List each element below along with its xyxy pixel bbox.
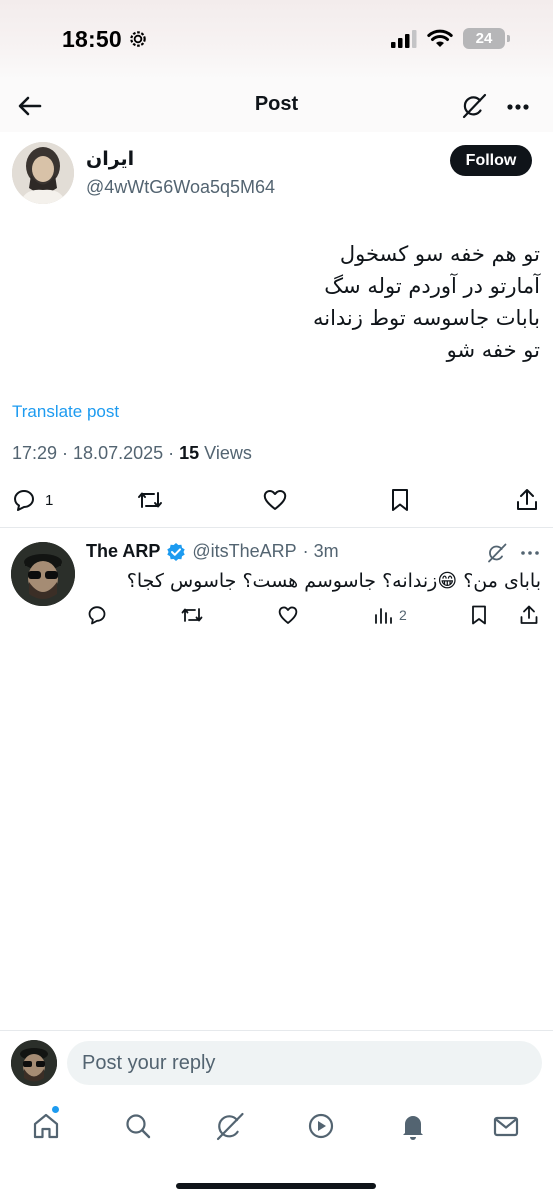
search-icon[interactable]	[122, 1110, 154, 1142]
messages-icon[interactable]	[490, 1110, 522, 1142]
post-text-line: آمارتو در آوردم توله سگ	[324, 274, 540, 298]
like-button[interactable]	[261, 484, 289, 516]
current-user-avatar	[11, 1040, 57, 1086]
home-indicator	[176, 1183, 376, 1189]
settings-gear-icon	[130, 31, 146, 47]
reply-button[interactable]: 1	[11, 484, 53, 516]
cellular-signal-icon	[391, 29, 417, 48]
reply-avatar[interactable]	[11, 542, 75, 606]
reply-repost-button[interactable]	[180, 603, 204, 627]
views-icon	[375, 608, 392, 624]
grok-icon[interactable]	[214, 1110, 246, 1142]
home-notification-dot	[52, 1106, 59, 1113]
share-icon	[520, 605, 538, 624]
repost-icon	[181, 608, 203, 622]
grok-icon[interactable]	[487, 543, 507, 563]
status-indicators: 24	[391, 28, 510, 49]
more-icon[interactable]	[519, 543, 541, 563]
reply-input[interactable]	[67, 1041, 542, 1085]
bookmark-icon	[472, 605, 486, 625]
reply-icon	[14, 490, 34, 511]
reply-views-button[interactable]: 2	[373, 603, 407, 627]
like-icon	[263, 489, 287, 510]
notifications-icon[interactable]	[397, 1110, 429, 1142]
battery-indicator: 24	[463, 28, 510, 49]
reply-time: · 3m	[302, 541, 339, 561]
bookmark-icon	[392, 489, 408, 511]
post-text-line: تو هم خفه سو کسخول	[339, 242, 540, 266]
author-avatar[interactable]	[12, 142, 74, 204]
reply-share-button[interactable]	[518, 603, 540, 627]
bottom-tab-bar	[0, 1100, 553, 1154]
author-handle[interactable]: @4wWtG6Woa5q5M64	[86, 177, 275, 198]
home-icon[interactable]	[30, 1110, 62, 1142]
back-arrow-icon[interactable]	[16, 92, 44, 120]
reply-icon	[88, 606, 106, 625]
post-header: Post	[0, 80, 553, 132]
post-text-line: تو خفه شو	[446, 338, 540, 362]
post-text-line: بابات جاسوسه توط زندانه	[312, 306, 540, 330]
repost-icon	[138, 492, 162, 508]
reply-reply-button[interactable]	[86, 603, 108, 627]
status-bar: 18:50 24	[0, 0, 553, 80]
reply-views-count: 2	[399, 607, 407, 623]
verified-icon	[167, 542, 186, 561]
reply-header: The ARP @itsTheARP · 3m	[86, 541, 339, 562]
reply-like-button[interactable]	[276, 603, 300, 627]
wifi-icon	[427, 29, 453, 47]
post-timestamp: 17:29 · 18.07.2025 ·	[12, 443, 180, 463]
like-icon	[278, 606, 298, 624]
video-icon[interactable]	[305, 1110, 337, 1142]
reply-author-handle[interactable]: @itsTheARP	[192, 541, 296, 562]
share-button[interactable]	[514, 484, 540, 516]
reply-count: 1	[45, 491, 54, 509]
reply-text: بابای من؟ 😁زندانه؟ جاسوسم هست؟ جاسوس کجا…	[126, 570, 541, 592]
battery-level: 24	[475, 30, 493, 47]
post-actions: 1	[0, 484, 553, 518]
reply-item[interactable]: The ARP @itsTheARP · 3m بابای من؟ 😁زندان…	[0, 528, 553, 638]
reply-composer	[0, 1031, 553, 1095]
translate-post-link[interactable]: Translate post	[12, 402, 119, 422]
share-icon	[517, 489, 537, 510]
reply-bookmark-button[interactable]	[469, 603, 489, 627]
grok-icon[interactable]	[461, 93, 487, 119]
reply-actions: 2	[0, 603, 553, 629]
more-icon[interactable]	[505, 94, 531, 120]
post-meta: 17:29 · 18.07.2025 · 15 Views	[12, 443, 252, 464]
bookmark-button[interactable]	[388, 484, 412, 516]
follow-button[interactable]: Follow	[450, 145, 532, 176]
status-time: 18:50	[62, 26, 122, 52]
author-name[interactable]: ایران	[86, 148, 134, 171]
reply-author-name[interactable]: The ARP	[86, 541, 160, 562]
views-count[interactable]: 15	[179, 443, 199, 463]
repost-button[interactable]	[136, 484, 164, 516]
post-text: تو هم خفه سو کسخول آمارتو در آوردم توله …	[20, 238, 540, 366]
views-label: Views	[199, 443, 252, 463]
